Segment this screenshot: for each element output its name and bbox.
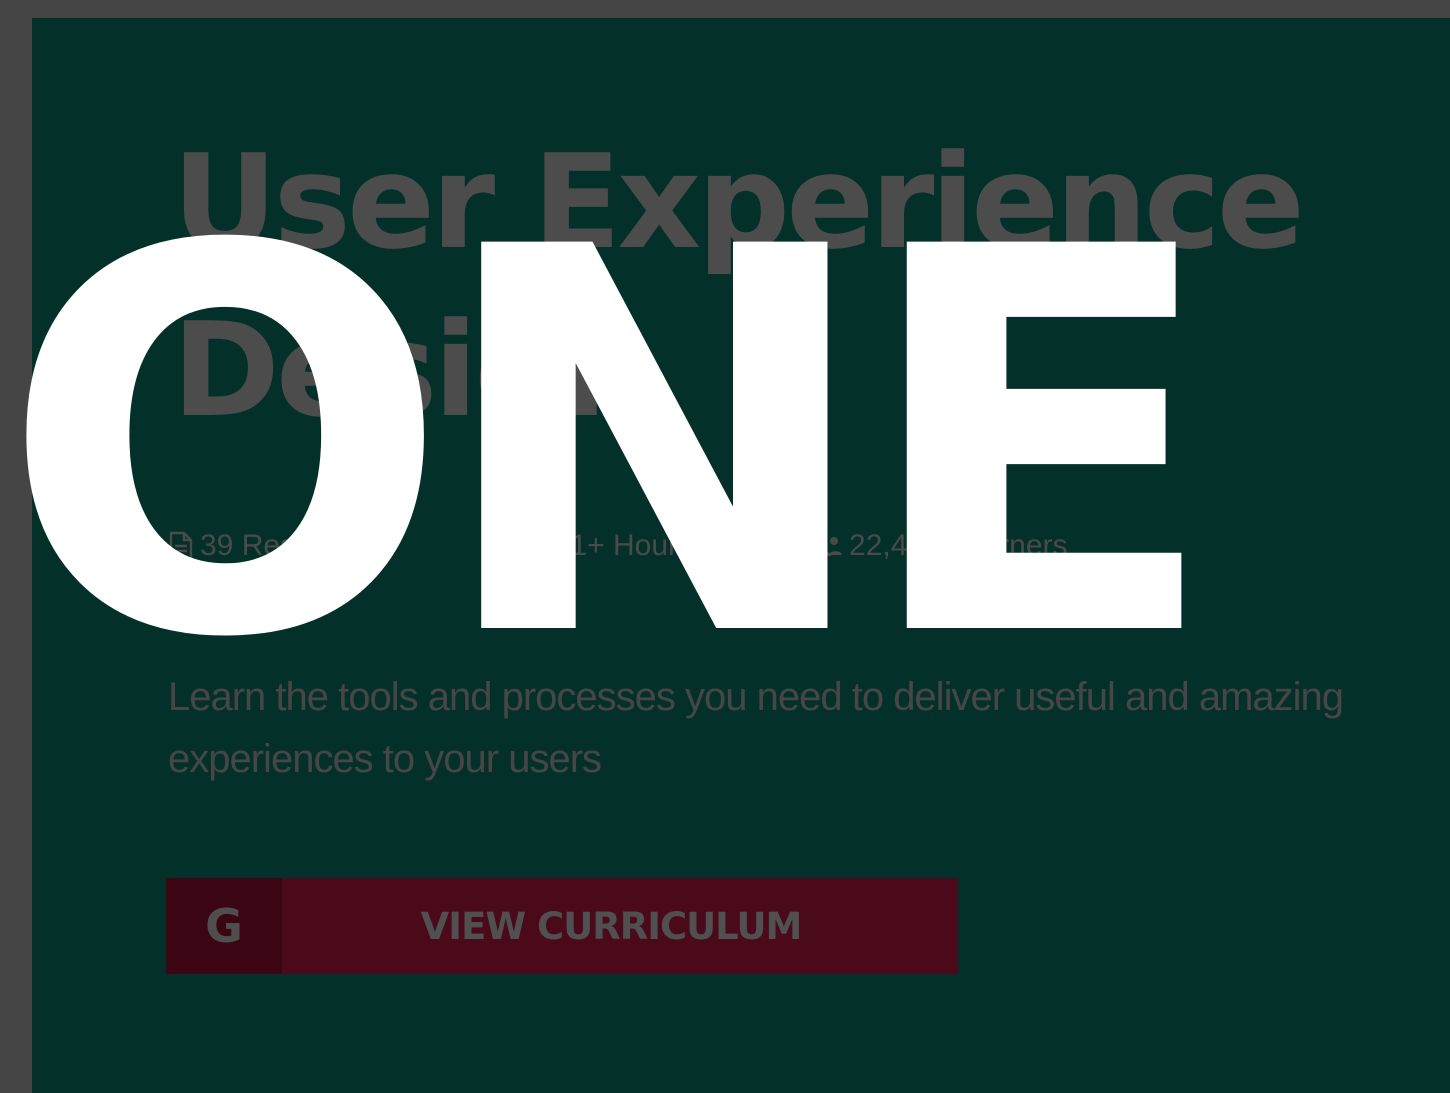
stat-resources-text: 39 Resources <box>200 529 386 562</box>
clock-icon <box>504 533 530 559</box>
learners-icon <box>813 535 843 556</box>
stat-learners: 22,482 Learners <box>811 529 1068 563</box>
course-description: Learn the tools and processes you need t… <box>168 675 1344 781</box>
view-curriculum-label: VIEW CURRICULUM <box>420 904 803 948</box>
course-hero: User Experience Design 39 Resources 131+… <box>32 18 1450 1093</box>
view-curriculum-button[interactable]: G VIEW CURRICULUM <box>166 878 958 974</box>
stat-hours: 131+ Hours <box>503 529 693 563</box>
course-title: User Experience Design <box>172 126 1305 446</box>
course-stats: 39 Resources 131+ Hours 22,482 Learners <box>168 526 1186 566</box>
stat-hours-text: 131+ Hours <box>537 529 694 562</box>
stat-learners-text: 22,482 Learners <box>849 529 1068 562</box>
document-icon <box>169 531 193 561</box>
stat-resources: 39 Resources <box>168 529 385 563</box>
google-icon: G <box>166 878 282 974</box>
